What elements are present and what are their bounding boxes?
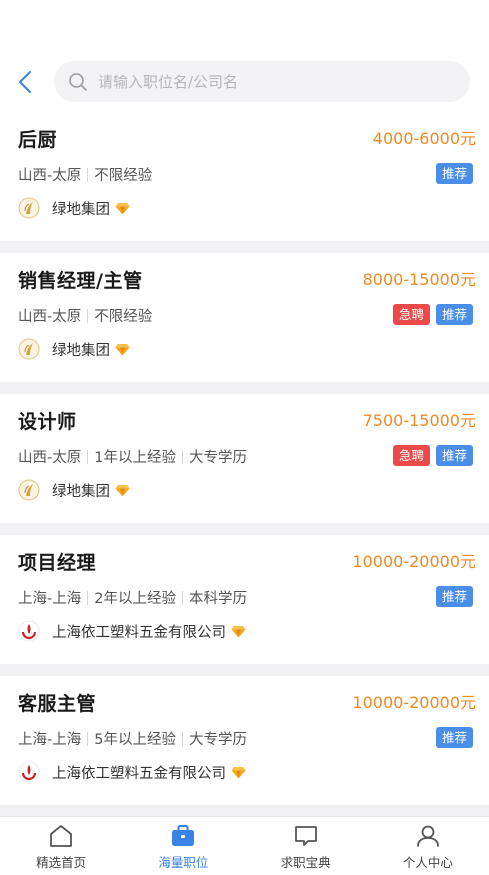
job-location: 山西-太原 bbox=[18, 450, 82, 466]
divider bbox=[0, 382, 489, 394]
company-row: 上海依工塑料五金有限公司 bbox=[18, 761, 246, 783]
diamond-icon bbox=[231, 625, 246, 638]
tab-home[interactable]: 精选首页 bbox=[0, 817, 122, 875]
recommend-badge: 推荐 bbox=[435, 304, 473, 325]
job-salary: 8000-15000元 bbox=[362, 270, 476, 289]
job-location: 山西-太原 bbox=[18, 309, 82, 325]
company-row: 绿地集团 bbox=[18, 338, 130, 360]
job-title: 客服主管 bbox=[18, 693, 97, 715]
divider bbox=[181, 590, 183, 605]
company-row: 绿地集团 bbox=[18, 479, 130, 501]
job-salary: 7500-15000元 bbox=[362, 411, 476, 430]
job-experience: 5年以上经验 bbox=[94, 732, 176, 748]
company-name: 上海依工塑料五金有限公司 bbox=[52, 624, 226, 641]
job-tags: 推荐 bbox=[435, 727, 473, 748]
job-tags: 急聘 推荐 bbox=[392, 304, 473, 325]
urgent-badge: 急聘 bbox=[392, 445, 430, 466]
company-name: 绿地集团 bbox=[52, 201, 110, 218]
job-meta: 山西-太原 1年以上经验 大专学历 bbox=[18, 446, 247, 467]
tab-label: 海量职位 bbox=[158, 855, 209, 870]
job-meta: 山西-太原 不限经验 bbox=[18, 164, 152, 185]
diamond-icon bbox=[115, 484, 130, 497]
tab-label: 精选首页 bbox=[36, 855, 87, 870]
job-card[interactable]: 项目经理 10000-20000元 上海-上海 2年以上经验 本科学历 推荐 上… bbox=[0, 535, 489, 676]
job-education: 大专学历 bbox=[188, 450, 247, 466]
recommend-badge: 推荐 bbox=[435, 445, 473, 466]
job-meta: 上海-上海 5年以上经验 大专学历 bbox=[18, 728, 247, 749]
company-logo-icon bbox=[18, 761, 40, 783]
company-logo-icon bbox=[18, 620, 40, 642]
divider bbox=[181, 449, 183, 464]
divider bbox=[87, 167, 89, 182]
company-name: 绿地集团 bbox=[52, 483, 110, 500]
tab-jobs[interactable]: 海量职位 bbox=[122, 817, 244, 875]
tab-guide[interactable]: 求职宝典 bbox=[245, 817, 367, 875]
company-row: 上海依工塑料五金有限公司 bbox=[18, 620, 246, 642]
company-row: 绿地集团 bbox=[18, 197, 130, 219]
job-location: 上海-上海 bbox=[18, 732, 82, 748]
divider bbox=[0, 664, 489, 676]
job-experience: 不限经验 bbox=[94, 309, 153, 325]
job-tags: 急聘 推荐 bbox=[392, 445, 473, 466]
back-button[interactable] bbox=[10, 66, 40, 98]
company-name: 绿地集团 bbox=[52, 342, 110, 359]
search-bar[interactable] bbox=[54, 61, 470, 102]
recommend-badge: 推荐 bbox=[435, 586, 473, 607]
job-experience: 1年以上经验 bbox=[94, 450, 176, 466]
divider bbox=[0, 241, 489, 253]
company-logo-icon bbox=[18, 338, 40, 360]
diamond-icon bbox=[115, 202, 130, 215]
briefcase-icon bbox=[172, 825, 195, 846]
job-experience: 不限经验 bbox=[94, 168, 153, 184]
job-card[interactable]: 客服主管 10000-20000元 上海-上海 5年以上经验 大专学历 推荐 上… bbox=[0, 676, 489, 817]
company-logo-icon bbox=[18, 197, 40, 219]
chevron-left-icon bbox=[19, 71, 31, 93]
job-salary: 4000-6000元 bbox=[372, 129, 476, 148]
job-tags: 推荐 bbox=[435, 163, 473, 184]
job-experience: 2年以上经验 bbox=[94, 591, 176, 607]
job-title: 后厨 bbox=[18, 129, 58, 151]
bottom-tab-bar: 精选首页 海量职位 求职宝典 个人中心 bbox=[0, 816, 489, 875]
job-title: 设计师 bbox=[18, 411, 77, 433]
job-card[interactable]: 设计师 7500-15000元 山西-太原 1年以上经验 大专学历 急聘 推荐 … bbox=[0, 394, 489, 535]
divider bbox=[181, 731, 183, 746]
job-location: 上海-上海 bbox=[18, 591, 82, 607]
job-salary: 10000-20000元 bbox=[352, 693, 476, 712]
job-location: 山西-太原 bbox=[18, 168, 82, 184]
divider bbox=[0, 523, 489, 535]
diamond-icon bbox=[115, 343, 130, 356]
job-list: 后厨 4000-6000元 山西-太原 不限经验 推荐 绿地集团 销售经理/主管… bbox=[0, 112, 489, 817]
job-title: 销售经理/主管 bbox=[18, 270, 143, 292]
job-education: 本科学历 bbox=[188, 591, 247, 607]
tab-label: 个人中心 bbox=[402, 855, 453, 870]
divider bbox=[87, 731, 89, 746]
user-icon bbox=[416, 825, 439, 847]
urgent-badge: 急聘 bbox=[392, 304, 430, 325]
diamond-icon bbox=[231, 766, 246, 779]
job-title: 项目经理 bbox=[18, 552, 97, 574]
job-tags: 推荐 bbox=[435, 586, 473, 607]
divider bbox=[87, 449, 89, 464]
search-icon bbox=[69, 72, 87, 91]
recommend-badge: 推荐 bbox=[435, 727, 473, 748]
chat-icon bbox=[294, 826, 317, 846]
tab-label: 求职宝典 bbox=[280, 855, 331, 870]
company-logo-icon bbox=[18, 479, 40, 501]
job-card[interactable]: 销售经理/主管 8000-15000元 山西-太原 不限经验 急聘 推荐 绿地集… bbox=[0, 253, 489, 394]
job-salary: 10000-20000元 bbox=[352, 552, 476, 571]
divider bbox=[87, 590, 89, 605]
home-icon bbox=[50, 825, 73, 847]
job-meta: 上海-上海 2年以上经验 本科学历 bbox=[18, 587, 247, 608]
search-input[interactable] bbox=[98, 72, 428, 91]
job-education: 大专学历 bbox=[188, 732, 247, 748]
divider bbox=[87, 308, 89, 323]
recommend-badge: 推荐 bbox=[435, 163, 473, 184]
header bbox=[0, 0, 489, 112]
tab-profile[interactable]: 个人中心 bbox=[367, 817, 489, 875]
job-card[interactable]: 后厨 4000-6000元 山西-太原 不限经验 推荐 绿地集团 bbox=[0, 112, 489, 253]
job-meta: 山西-太原 不限经验 bbox=[18, 305, 152, 326]
company-name: 上海依工塑料五金有限公司 bbox=[52, 765, 226, 782]
